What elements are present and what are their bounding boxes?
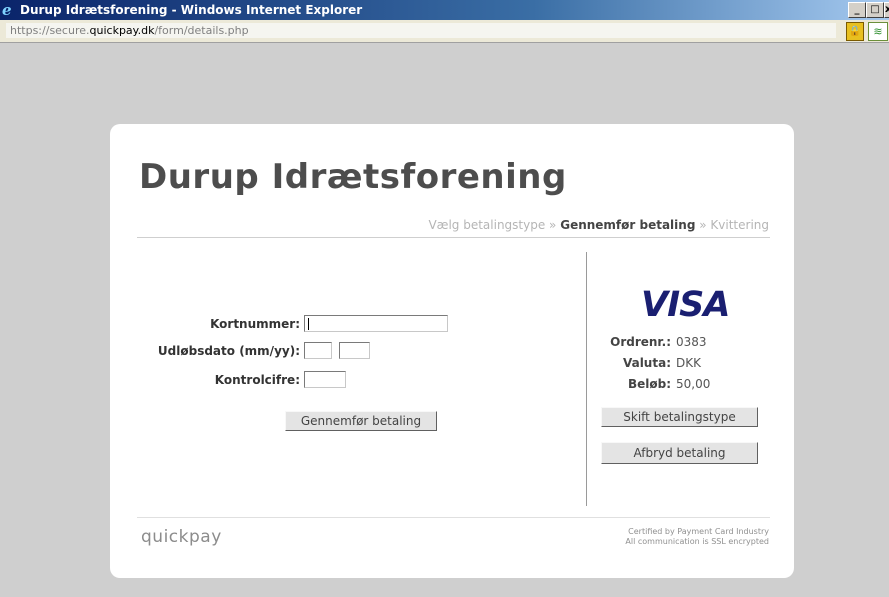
visa-logo-icon: VISA <box>641 285 730 325</box>
step-complete-payment: Gennemfør betaling <box>560 218 696 232</box>
order-number-value: 0383 <box>676 335 707 349</box>
card-number-input[interactable] <box>304 315 448 332</box>
expiry-month-input[interactable] <box>304 342 332 359</box>
close-button[interactable]: x <box>884 2 889 18</box>
cvc-label: Kontrolcifre: <box>214 373 300 387</box>
step-separator: » <box>695 218 711 232</box>
security-lock-icon[interactable]: 🔒 <box>846 22 864 41</box>
expiry-label: Udløbsdato (mm/yy): <box>157 344 300 358</box>
order-number-label: Ordrenr.: <box>610 335 671 349</box>
url-path: /form/details.php <box>154 24 249 37</box>
payment-card-panel: Durup Idrætsforening Vælg betalingstype … <box>110 124 794 578</box>
url-field[interactable]: https://secure.quickpay.dk/form/details.… <box>6 23 836 38</box>
amount-label: Beløb: <box>627 377 671 391</box>
currency-label: Valuta: <box>622 356 671 370</box>
header-divider <box>137 237 770 238</box>
page-title: Durup Idrætsforening <box>139 157 567 197</box>
breadcrumb: Vælg betalingstype » Gennemfør betaling … <box>428 218 769 232</box>
minimize-button[interactable]: _ <box>848 2 866 18</box>
window-title-bar: e Durup Idrætsforening - Windows Interne… <box>0 0 889 20</box>
url-scheme: https:// <box>10 24 50 37</box>
cvc-input[interactable] <box>304 371 346 388</box>
card-number-label: Kortnummer: <box>210 317 300 331</box>
complete-payment-button[interactable]: Gennemfør betaling <box>285 411 437 431</box>
maximize-button[interactable]: □ <box>866 2 884 18</box>
certificate-icon[interactable]: ≋ <box>868 22 888 41</box>
step-receipt: Kvittering <box>710 218 769 232</box>
ssl-encryption-text: All communication is SSL encrypted <box>625 537 769 546</box>
vertical-divider <box>586 252 587 506</box>
window-title: Durup Idrætsforening - Windows Internet … <box>20 3 363 17</box>
cancel-payment-button[interactable]: Afbryd betaling <box>601 442 758 464</box>
url-subdomain: secure. <box>49 24 90 37</box>
internet-explorer-icon: e <box>2 1 12 19</box>
amount-value: 50,00 <box>676 377 711 391</box>
currency-value: DKK <box>676 356 701 370</box>
url-domain: quickpay.dk <box>89 24 155 37</box>
step-separator: » <box>545 218 561 232</box>
expiry-year-input[interactable] <box>339 342 370 359</box>
page-content: Durup Idrætsforening Vælg betalingstype … <box>0 43 889 597</box>
security-note: Certified by Payment Card Industry All c… <box>625 527 769 547</box>
step-choose-payment-type: Vælg betalingstype <box>428 218 546 232</box>
footer-divider <box>137 517 770 518</box>
address-bar: https://secure.quickpay.dk/form/details.… <box>0 20 889 43</box>
quickpay-logo: quickpay <box>141 527 222 547</box>
text-cursor <box>308 318 309 330</box>
pci-certification-text: Certified by Payment Card Industry <box>628 527 769 536</box>
change-payment-type-button[interactable]: Skift betalingstype <box>601 407 758 427</box>
